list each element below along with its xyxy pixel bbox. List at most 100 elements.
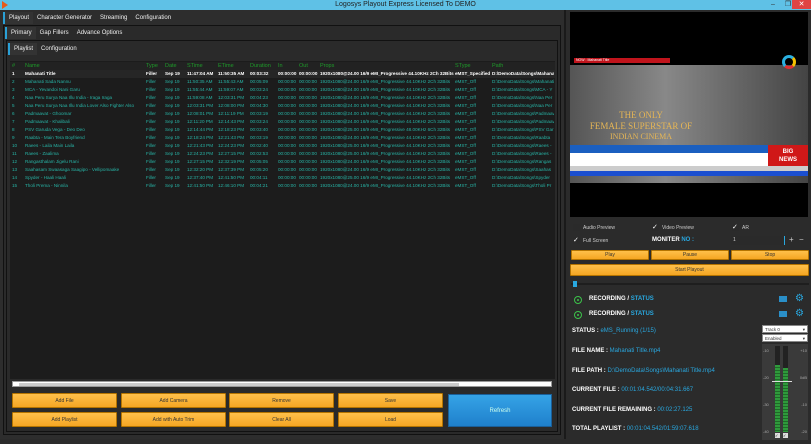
table-row[interactable]: 10 Raees - Laila Main Laila Filler Sep 19 12… [10,142,555,150]
cell-date: Sep 19 [165,175,180,180]
tab-streaming[interactable]: Streaming [96,12,131,24]
increment-button[interactable]: + [789,235,794,244]
checkbox-label: AR [742,224,749,231]
cell-props: 1920x1080@24.00 16/9 eMI_Progressive 44.… [320,79,451,84]
enabled-select[interactable]: Enabled ▾ [762,334,808,342]
cell-name: Rangasthalam Jigelu Rani [25,159,79,164]
status-row: STATUS : eMS_Running (1/15) [572,328,656,334]
check-icon[interactable]: ✓ [775,433,780,438]
meter-scale-label: +10 [800,348,807,353]
folder-icon[interactable] [779,311,787,317]
table-row[interactable]: 3 MCA - Yevandoi Nani Garu Filler Sep 19 11:… [10,86,555,94]
table-row[interactable]: 13 Saahasam Swaasaga Saagipo - Vellipomaa… [10,166,555,174]
cell-type: Filler [146,143,156,148]
monitor-text: MONITER [652,237,680,243]
cell-path: D:\DemoData\Songs\Padmaav [492,111,554,116]
table-row[interactable]: 1 Mahanati Title Filler Sep 19 11:47:04 AM 11… [10,70,555,78]
table-row[interactable]: 7 Padmaavat - Khalibali Filler Sep 19 12:11:… [10,118,555,126]
tab-configuration[interactable]: Configuration [131,12,175,24]
tab-character-generator[interactable]: Character Generator [33,12,96,24]
track-select[interactable]: Track 0 ▾ [762,325,808,333]
add-playlist-button[interactable]: Add Playlist [12,412,117,427]
tab-advance-options[interactable]: Advance Options [73,27,127,39]
cell-index: 1 [12,71,15,76]
pause-button[interactable]: Pause [651,250,729,260]
remove-button[interactable]: Remove [229,393,334,408]
cell-name: Spyder - Haali Haali [25,175,66,180]
tab-primary[interactable]: Primary [5,27,36,39]
decrement-button[interactable]: − [799,235,804,244]
check-icon[interactable]: ✓ [783,433,788,438]
cell-in: 00:00:00 [278,175,296,180]
add-camera-button[interactable]: Add Camera [121,393,226,408]
table-row[interactable]: 9 Raabta - Main Tera Boyfriend Filler Sep 1… [10,134,555,142]
cell-index: 10 [12,143,18,148]
refresh-button[interactable]: Refresh [448,394,552,427]
table-row[interactable]: 15 Tholi Prema - Ninnila Filler Sep 19 12:41… [10,182,555,190]
meter-marker [772,381,792,382]
seek-slider-thumb[interactable] [573,281,578,287]
add-with-auto-trim-button[interactable]: Add with Auto Trim [121,412,226,427]
cell-in: 00:00:00 [278,151,296,156]
record-indicator-icon[interactable] [574,311,582,319]
table-row[interactable]: 2 Mahanati Sada Nannu Filler Sep 19 11:50:35… [10,78,555,86]
video-preview-checkbox[interactable]: ✓ Video Preview [652,224,694,231]
cell-name: Naa Peru Surya Naa Illu India Lover Also… [25,103,135,108]
add-file-button[interactable]: Add File [12,393,117,408]
play-button[interactable]: Play [571,250,649,260]
channel-logo-icon [782,55,796,69]
cell-stime: 12:32:20 PM [187,167,214,172]
tab-gap-fillers[interactable]: Gap Fillers [36,27,73,39]
full-screen-checkbox[interactable]: ✓ Full Screen [573,237,608,244]
table-row[interactable]: 11 Raees - Zaalima Filler Sep 19 12:24:23 PM… [10,150,555,158]
tab-playlist[interactable]: Playlist [8,43,38,55]
cell-stype: eMST_Off [455,151,476,156]
tab-playlist-configuration[interactable]: Configuration [37,43,81,55]
table-row[interactable]: 12 Rangasthalam Jigelu Rani Filler Sep 19 12… [10,158,555,166]
gear-icon[interactable]: ⚙ [795,308,804,319]
table-row[interactable]: 6 Padmaavat - Ghoomar Filler Sep 19 12:08:01… [10,110,555,118]
scrollbar-thumb[interactable] [19,383,459,386]
table-row[interactable]: 4 Naa Peru Surya Naa Illu India - Iraga I… [10,94,555,102]
recording-status: STATUS [630,296,654,302]
cell-props: 1920x1080@25.00 16/9 eMI_Progressive 48.… [320,127,451,132]
cell-props: 1920x1080@24.00 16/9 eMI_Progressive 44.… [320,95,451,100]
cell-duration: 00:03:19 [250,135,268,140]
audio-meter: -10 -20 -30 -40 +10 0dB -10 -20 ✓ ✓ [762,344,808,440]
seek-slider[interactable] [571,281,809,287]
cell-out: 00:00:00 [299,135,317,140]
file-name-value: Mahanati Title.mp4 [609,348,661,354]
cell-duration: 00:03:24 [250,119,268,124]
ticker-bar [570,171,808,176]
cell-out: 00:00:00 [299,103,317,108]
cell-name: Tholi Prema - Ninnila [25,183,68,188]
ar-checkbox[interactable]: ✓ AR [732,224,749,231]
cell-index: 7 [12,119,15,124]
cell-stime: 11:50:35 AM [187,79,213,84]
folder-icon[interactable] [779,296,787,302]
monitor-number-input[interactable]: 1 [731,236,785,245]
clear-all-button[interactable]: Clear All [229,412,334,427]
track-value: Track 0 [765,327,780,332]
stop-button[interactable]: Stop [731,250,809,260]
table-row[interactable]: 8 PSV Garuda Vega - Deo Deo Filler Sep 19 12… [10,126,555,134]
cell-etime: 12:03:31 PM [218,95,245,100]
cell-index: 5 [12,103,15,108]
load-button[interactable]: Load [338,412,443,427]
save-button[interactable]: Save [338,393,443,408]
start-playout-button[interactable]: Start Playout [570,264,809,276]
cell-etime: ETime [218,63,234,69]
check-icon: ✓ [573,237,580,244]
tab-playout[interactable]: Playout [3,12,34,24]
horizontal-scrollbar[interactable] [12,381,552,387]
cell-name: Mahanati Sada Nannu [25,79,71,84]
table-row[interactable]: 5 Naa Peru Surya Naa Illu India Lover Als… [10,102,555,110]
close-button[interactable]: ✕ [792,0,811,9]
minimize-button[interactable]: – [766,0,780,9]
table-header[interactable]: # Name Type Date STime ETime Duration In Out Prop… [10,62,555,70]
cell-name: Padmaavat - Ghoomar [25,111,72,116]
gear-icon[interactable]: ⚙ [795,293,804,304]
table-row[interactable]: 14 Spyder - Haali Haali Filler Sep 19 12:37:… [10,174,555,182]
record-indicator-icon[interactable] [574,296,582,304]
audio-preview-checkbox[interactable]: Audio Preview [573,224,615,231]
